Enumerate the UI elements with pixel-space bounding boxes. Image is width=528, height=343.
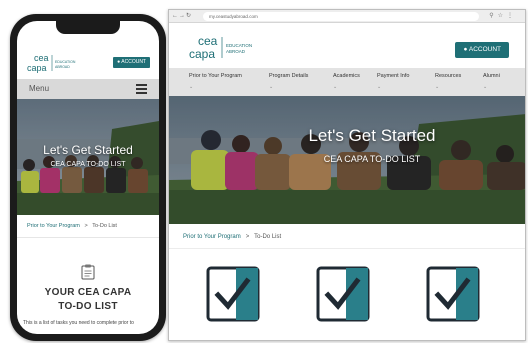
account-button[interactable]: ● ACCOUNT [455,42,509,58]
hero-photo [17,99,159,215]
nav-label: Resources [435,73,462,79]
site-logo[interactable]: cea capa EDUCATION ABROAD [189,32,269,67]
menu-dots-icon[interactable]: ⋮ [507,13,517,19]
main-nav: Prior to Your Program ⌄ Program Details ⌄ … [169,68,525,96]
mobile-menu-bar[interactable]: Menu [17,79,159,99]
checklist-icon [425,265,481,328]
chevron-down-icon: ⌄ [269,84,274,90]
forward-icon[interactable]: → [179,13,186,19]
nav-item-academics[interactable]: Academics ⌄ [333,73,360,90]
mobile-hero-banner: Let's Get Started CEA CAPA TO-DO LIST [17,99,159,215]
chevron-down-icon: ⌄ [333,84,338,90]
breadcrumb: Prior to Your Program > To-Do List [183,234,281,240]
mobile-account-button[interactable]: ● ACCOUNT [113,57,150,68]
nav-item-program-details[interactable]: Program Details ⌄ [269,73,308,90]
phone-mockup: cea capa EDUCATION ABROAD ● ACCOUNT Menu [10,14,166,341]
logo-text-line1: cea [198,34,218,48]
zoom-icon[interactable]: ⚲ [489,13,497,19]
logo-text-line2: capa [27,63,47,73]
mobile-hero-subtitle: CEA CAPA TO-DO LIST [50,161,126,168]
breadcrumb-current: To-Do List [92,223,117,229]
url-text: my.ceastudyabroad.com [209,14,258,19]
chevron-down-icon: ⌄ [377,84,382,90]
chevron-down-icon: ⌄ [435,84,440,90]
bookmark-icon[interactable]: ☆ [498,13,507,19]
page-title-line2: TO-DO LIST [58,301,118,312]
nav-label: Program Details [269,73,309,79]
browser-toolbar: ←→↻ my.ceastudyabroad.com ⚲☆⋮ [169,10,525,23]
browser-nav-buttons: ←→↻ [172,12,192,19]
mobile-hero-title: Let's Get Started [43,143,133,157]
logo-tagline-line1: EDUCATION [55,60,76,64]
logo-text-line2: capa [189,47,215,61]
clipboard-icon [81,264,95,285]
nav-label: Payment Info [377,73,410,79]
hamburger-icon[interactable] [136,84,147,96]
account-label: ACCOUNT [468,46,501,53]
nav-item-prior-to-program[interactable]: Prior to Your Program ⌄ [189,73,242,90]
nav-item-payment-info[interactable]: Payment Info ⌄ [377,73,409,90]
browser-actions: ⚲☆⋮ [489,12,517,19]
reload-icon[interactable]: ↻ [186,13,192,19]
browser-window: ←→↻ my.ceastudyabroad.com ⚲☆⋮ cea capa E… [168,9,526,341]
logo-tagline-line1: EDUCATION [226,43,252,48]
site-header: cea capa EDUCATION ABROAD ● ACCOUNT [169,24,525,68]
hero-banner: Let's Get Started CEA CAPA TO-DO LIST [169,96,525,224]
menu-label: Menu [29,84,50,93]
mobile-page-title: YOUR CEA CAPA TO-DO LIST [17,286,159,314]
hero-title: Let's Get Started [308,126,436,145]
nav-item-alumni[interactable]: Alumni ⌄ [483,73,500,90]
mobile-logo[interactable]: cea capa EDUCATION ABROAD [27,51,87,80]
divider [17,237,159,238]
account-label: ACCOUNT [121,59,146,65]
back-icon[interactable]: ← [172,13,179,19]
nav-label: Prior to Your Program [189,73,242,79]
breadcrumb-link[interactable]: Prior to Your Program [27,223,80,229]
logo-tagline-line2: ABROAD [226,49,246,54]
hero-subtitle: CEA CAPA TO-DO LIST [323,154,421,164]
nav-item-resources[interactable]: Resources ⌄ [435,73,461,90]
breadcrumb-separator: > [245,234,250,240]
breadcrumb-current: To-Do List [254,234,282,240]
mobile-description: This is a list of tasks you need to comp… [23,320,134,326]
breadcrumb-link[interactable]: Prior to Your Program [183,234,241,240]
breadcrumb-separator: > [84,223,88,229]
phone-notch [56,21,120,34]
page-title-line1: YOUR CEA CAPA [44,287,132,298]
nav-label: Academics [333,73,360,79]
checklist-icon [205,265,261,328]
chevron-down-icon: ⌄ [189,84,194,90]
mobile-breadcrumb: Prior to Your Program > To-Do List [27,223,117,229]
chevron-down-icon: ⌄ [483,84,488,90]
logo-text-line1: cea [34,53,49,63]
address-bar[interactable]: my.ceastudyabroad.com [203,12,479,21]
phone-screen: cea capa EDUCATION ABROAD ● ACCOUNT Menu [17,21,159,334]
checklist-icon [315,265,371,328]
divider [169,248,525,249]
logo-tagline-line2: ABROAD [55,65,70,69]
nav-label: Alumni [483,73,500,79]
